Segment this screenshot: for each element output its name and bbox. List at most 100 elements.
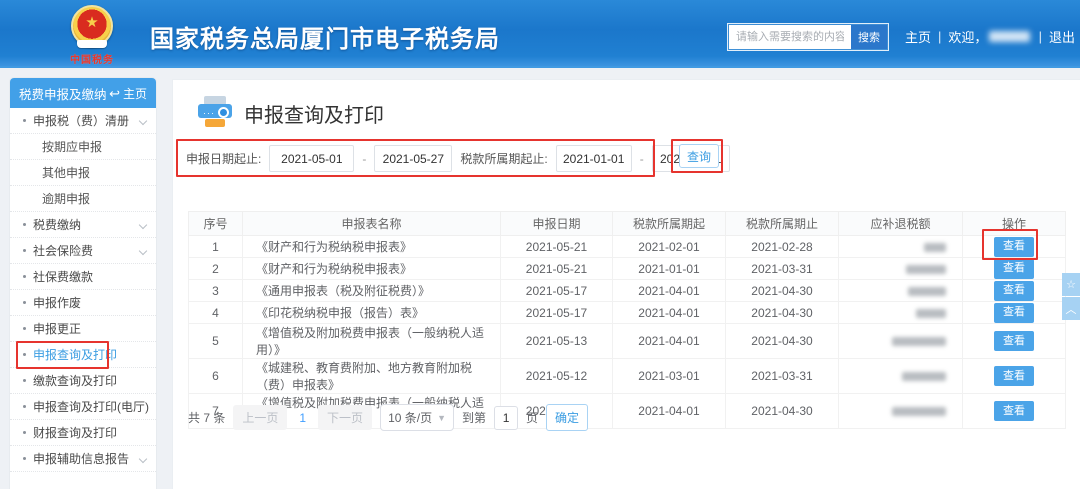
- declare-date-to-input[interactable]: [374, 145, 452, 172]
- caret-down-icon: ▼: [437, 413, 446, 423]
- cell-form-name: 《城建税、教育费附加、地方教育附加税（费）申报表》: [243, 359, 501, 394]
- tax-period-label: 税款所属期起止:: [460, 150, 547, 167]
- declaration-table: 序号 申报表名称 申报日期 税款所属期起 税款所属期止 应补退税额 操作 1 《…: [188, 211, 1066, 429]
- sidebar-item-payment-query-print[interactable]: 缴款查询及打印: [10, 368, 156, 394]
- chevron-down-icon: [139, 221, 147, 229]
- bullet-icon: [23, 431, 26, 434]
- prev-page-button[interactable]: 上一页: [233, 405, 287, 430]
- cell-declare-date: 2021-05-21: [501, 236, 613, 258]
- sidebar-item-periodic-declare[interactable]: 按期应申报: [10, 134, 156, 160]
- cell-period-start: 2021-01-01: [613, 258, 726, 280]
- sidebar-item-declare-void[interactable]: 申报作废: [10, 290, 156, 316]
- cell-period-end: 2021-02-28: [726, 236, 839, 258]
- welcome-label: 欢迎，: [948, 27, 987, 46]
- cell-form-name: 《财产和行为税纳税申报表》: [243, 236, 501, 258]
- query-button[interactable]: 查询: [679, 144, 719, 168]
- declare-date-from-input[interactable]: [269, 145, 354, 172]
- cell-action: 查看: [963, 394, 1066, 429]
- view-button[interactable]: 查看: [994, 259, 1034, 279]
- cell-no: 4: [189, 302, 243, 324]
- sidebar-item-tax-payment[interactable]: 税费缴纳: [10, 212, 156, 238]
- sidebar-item-label: 申报作废: [33, 294, 81, 311]
- chevron-down-icon: [139, 117, 147, 125]
- cell-amount-redacted: [839, 258, 963, 280]
- cell-period-end: 2021-03-31: [726, 359, 839, 394]
- cell-period-end: 2021-04-30: [726, 302, 839, 324]
- view-button[interactable]: 查看: [994, 237, 1034, 257]
- sidebar-item-label: 税费缴纳: [33, 216, 81, 233]
- home-link[interactable]: 主页: [905, 27, 931, 46]
- bullet-icon: [23, 457, 26, 460]
- cell-form-name: 《财产和行为税纳税申报表》: [243, 258, 501, 280]
- search-input[interactable]: [729, 25, 851, 49]
- sidebar-item-label: 申报查询及打印(电厅): [33, 398, 149, 415]
- goto-page-input[interactable]: [494, 406, 518, 430]
- username-redacted: [989, 31, 1029, 42]
- cell-action: 查看: [963, 280, 1066, 302]
- view-button[interactable]: 查看: [994, 401, 1034, 421]
- star-icon: ☆: [1066, 278, 1076, 291]
- sidebar-item-label: 申报查询及打印: [33, 346, 117, 363]
- bullet-icon: [23, 379, 26, 382]
- tax-period-from-input[interactable]: [556, 145, 632, 172]
- chevron-up-icon: ︿: [1066, 301, 1077, 317]
- sidebar-item-aux-info-report[interactable]: 申报辅助信息报告: [10, 446, 156, 472]
- bullet-icon: [23, 405, 26, 408]
- sidebar-item-declare-query-print[interactable]: 申报查询及打印: [10, 342, 156, 368]
- view-button[interactable]: 查看: [994, 331, 1034, 351]
- logout-link[interactable]: 退出: [1049, 27, 1075, 46]
- table-row: 5 《增值税及附加税费申报表（一般纳税人适用）》 2021-05-13 2021…: [189, 324, 1066, 359]
- cell-declare-date: 2021-05-17: [501, 280, 613, 302]
- sidebar-item-label: 缴款查询及打印: [33, 372, 117, 389]
- table-row: 4 《印花税纳税申报（报告）表》 2021-05-17 2021-04-01 2…: [189, 302, 1066, 324]
- cell-action: 查看: [963, 302, 1066, 324]
- cell-period-start: 2021-02-01: [613, 236, 726, 258]
- confirm-button[interactable]: 确定: [546, 404, 588, 431]
- bullet-icon: [23, 249, 26, 252]
- cell-period-end: 2021-04-30: [726, 280, 839, 302]
- filter-bar: 申报日期起止: - 税款所属期起止: -: [181, 143, 730, 174]
- sidebar-home-link[interactable]: ↩ 主页: [109, 85, 147, 102]
- back-arrow-icon: ↩: [109, 87, 120, 100]
- sidebar-item-social-fee-pay[interactable]: 社保费缴款: [10, 264, 156, 290]
- tax-bureau-logo: 中国税务: [52, 3, 132, 65]
- bullet-icon: [23, 275, 26, 278]
- view-button[interactable]: 查看: [994, 281, 1034, 301]
- view-button[interactable]: 查看: [994, 303, 1034, 323]
- view-button[interactable]: 查看: [994, 366, 1034, 386]
- cell-no: 1: [189, 236, 243, 258]
- current-page[interactable]: 1: [295, 411, 310, 425]
- cell-declare-date: 2021-05-17: [501, 302, 613, 324]
- sidebar-item-financial-report-query[interactable]: 财报查询及打印: [10, 420, 156, 446]
- cell-amount-redacted: [839, 324, 963, 359]
- collapse-up-button[interactable]: ︿: [1062, 297, 1080, 320]
- sidebar-item-social-insurance[interactable]: 社会保险费: [10, 238, 156, 264]
- app-header: 中国税务 国家税务总局厦门市电子税务局 搜索 主页 | 欢迎， | 退出: [0, 0, 1080, 68]
- sidebar-item-label: 社会保险费: [33, 242, 93, 259]
- cell-period-start: 2021-04-01: [613, 324, 726, 359]
- table-row: 6 《城建税、教育费附加、地方教育附加税（费）申报表》 2021-05-12 2…: [189, 359, 1066, 394]
- search-button[interactable]: 搜索: [851, 25, 887, 49]
- sidebar-item-declare-query-print-hall[interactable]: 申报查询及打印(电厅): [10, 394, 156, 420]
- cell-period-start: 2021-04-01: [613, 302, 726, 324]
- sidebar-item-overdue-declare[interactable]: 逾期申报: [10, 186, 156, 212]
- sidebar-header: 税费申报及缴纳 ↩ 主页: [10, 78, 156, 108]
- sidebar-item-label: 申报更正: [33, 320, 81, 337]
- header-nav: 主页 | 欢迎， | 退出: [905, 27, 1075, 46]
- page-size-select[interactable]: 10 条/页 ▼: [380, 404, 454, 431]
- date-range-dash: -: [362, 152, 366, 166]
- sidebar-item-declare-correct[interactable]: 申报更正: [10, 316, 156, 342]
- cell-amount-redacted: [839, 236, 963, 258]
- sidebar-item-declare-list[interactable]: 申报税（费）清册: [10, 108, 156, 134]
- cell-period-start: 2021-03-01: [613, 359, 726, 394]
- bullet-icon: [23, 223, 26, 226]
- sidebar-item-other-declare[interactable]: 其他申报: [10, 160, 156, 186]
- header-search: 搜索: [727, 23, 889, 51]
- next-page-button[interactable]: 下一页: [318, 405, 372, 430]
- sidebar-item-label: 其他申报: [42, 164, 90, 181]
- cell-no: 6: [189, 359, 243, 394]
- magnifier-icon: [218, 107, 229, 118]
- cell-period-start: 2021-04-01: [613, 280, 726, 302]
- table-row: 2 《财产和行为税纳税申报表》 2021-05-21 2021-01-01 20…: [189, 258, 1066, 280]
- favorite-star-button[interactable]: ☆: [1062, 273, 1080, 296]
